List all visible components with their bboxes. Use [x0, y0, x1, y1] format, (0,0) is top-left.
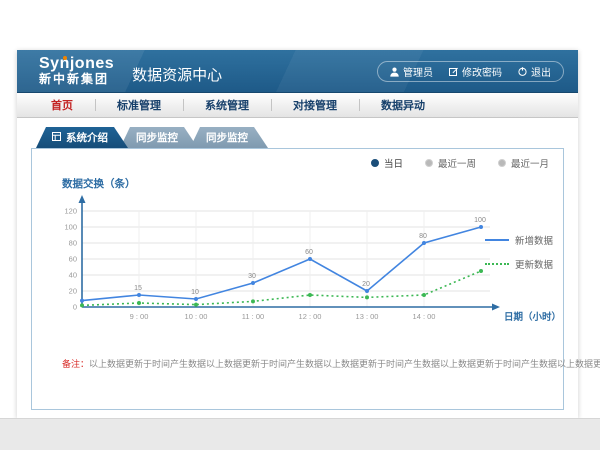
tab-sync-monitor-1[interactable]: 同步监控 — [120, 127, 198, 148]
y-axis-title: 数据交换（条） — [62, 176, 136, 191]
dotted-line-swatch-icon — [485, 263, 509, 265]
svg-text:80: 80 — [419, 233, 427, 240]
edit-icon — [449, 67, 458, 76]
svg-text:15: 15 — [134, 285, 142, 292]
svg-text:12 : 00: 12 : 00 — [299, 312, 322, 321]
tab-label: 系统介绍 — [66, 130, 108, 145]
svg-text:30: 30 — [248, 273, 256, 280]
svg-text:10: 10 — [191, 289, 199, 296]
svg-text:120: 120 — [64, 207, 77, 216]
nav-item-home[interactable]: 首页 — [29, 93, 95, 117]
svg-text:9 : 00: 9 : 00 — [130, 312, 149, 321]
user-account-button[interactable]: 管理员 — [390, 64, 433, 79]
logout-button[interactable]: 退出 — [518, 64, 551, 79]
nav-item-data-change[interactable]: 数据异动 — [359, 93, 447, 117]
legend-label: 更新数据 — [515, 257, 553, 271]
tab-label: 同步监控 — [136, 130, 178, 145]
chart-panel: 当日 最近一周 最近一月 数据交换（条） 0 20 40 60 80 100 120 9 : … — [31, 148, 564, 410]
tab-bar: 系统介绍 同步监控 同步监控 — [31, 127, 564, 148]
svg-text:100: 100 — [474, 217, 486, 224]
svg-text:20: 20 — [362, 281, 370, 288]
app-header: Synjones 新中新集团 数据资源中心 管理员 修改密码 退出 — [17, 50, 578, 93]
svg-text:14 : 00: 14 : 00 — [413, 312, 436, 321]
page-background-footer — [0, 418, 600, 450]
svg-text:0: 0 — [73, 303, 77, 312]
change-password-label: 修改密码 — [462, 64, 502, 79]
svg-text:11 : 00: 11 : 00 — [242, 312, 264, 321]
nav-item-standard-mgmt[interactable]: 标准管理 — [95, 93, 183, 117]
svg-text:10 : 00: 10 : 00 — [185, 312, 208, 321]
brand-logo-text: Synjones — [39, 56, 114, 73]
brand-company-name: 新中新集团 — [39, 73, 114, 86]
user-icon — [390, 67, 399, 77]
nav-label: 标准管理 — [117, 97, 161, 113]
nav-item-system-mgmt[interactable]: 系统管理 — [183, 93, 271, 117]
svg-text:60: 60 — [305, 249, 313, 256]
legend-item-update-data: 更新数据 — [485, 257, 553, 271]
nav-label: 数据异动 — [381, 97, 425, 113]
user-menu: 管理员 修改密码 退出 — [377, 61, 564, 82]
time-range-filter: 当日 最近一周 最近一月 — [371, 156, 549, 170]
footnote: 备注：以上数据更新于时间产生数据以上数据更新于时间产生数据以上数据更新于时间产生… — [62, 357, 600, 370]
user-name-label: 管理员 — [403, 64, 433, 79]
tab-label: 同步监控 — [206, 130, 248, 145]
radio-label: 最近一月 — [511, 156, 549, 170]
svg-text:13 : 00: 13 : 00 — [356, 312, 379, 321]
radio-today[interactable]: 当日 — [371, 156, 403, 170]
app-window: Synjones 新中新集团 数据资源中心 管理员 修改密码 退出 首页 标准管… — [17, 50, 578, 418]
svg-text:100: 100 — [64, 223, 77, 232]
nav-label: 首页 — [51, 97, 73, 113]
radio-dot-icon — [371, 159, 379, 167]
radio-last-week[interactable]: 最近一周 — [425, 156, 476, 170]
solid-line-swatch-icon — [485, 239, 509, 241]
svg-text:60: 60 — [69, 255, 77, 264]
radio-last-month[interactable]: 最近一月 — [498, 156, 549, 170]
svg-text:日期（小时）: 日期（小时） — [504, 311, 561, 323]
radio-label: 当日 — [384, 156, 403, 170]
svg-text:20: 20 — [69, 287, 77, 296]
footnote-prefix: 备注： — [62, 359, 89, 369]
content-panel: 系统介绍 同步监控 同步监控 当日 最近一周 — [31, 127, 564, 410]
radio-dot-icon — [425, 159, 433, 167]
radio-label: 最近一周 — [438, 156, 476, 170]
logout-label: 退出 — [531, 64, 551, 79]
footnote-text: 以上数据更新于时间产生数据以上数据更新于时间产生数据以上数据更新于时间产生数据以… — [89, 359, 600, 369]
legend-item-new-data: 新增数据 — [485, 233, 553, 247]
grid-icon — [52, 132, 61, 144]
power-icon — [518, 67, 527, 76]
radio-dot-icon — [498, 159, 506, 167]
main-nav: 首页 标准管理 系统管理 对接管理 数据异动 — [17, 93, 578, 118]
svg-text:40: 40 — [69, 271, 77, 280]
change-password-button[interactable]: 修改密码 — [449, 64, 502, 79]
tab-system-intro[interactable]: 系统介绍 — [36, 127, 128, 148]
brand-logo: Synjones 新中新集团 — [39, 56, 114, 85]
svg-text:80: 80 — [69, 239, 77, 248]
nav-item-connect-mgmt[interactable]: 对接管理 — [271, 93, 359, 117]
page-title: 数据资源中心 — [132, 64, 222, 85]
nav-label: 对接管理 — [293, 97, 337, 113]
chart-legend: 新增数据 更新数据 — [485, 233, 553, 271]
nav-label: 系统管理 — [205, 97, 249, 113]
tab-sync-monitor-2[interactable]: 同步监控 — [190, 127, 268, 148]
legend-label: 新增数据 — [515, 233, 553, 247]
